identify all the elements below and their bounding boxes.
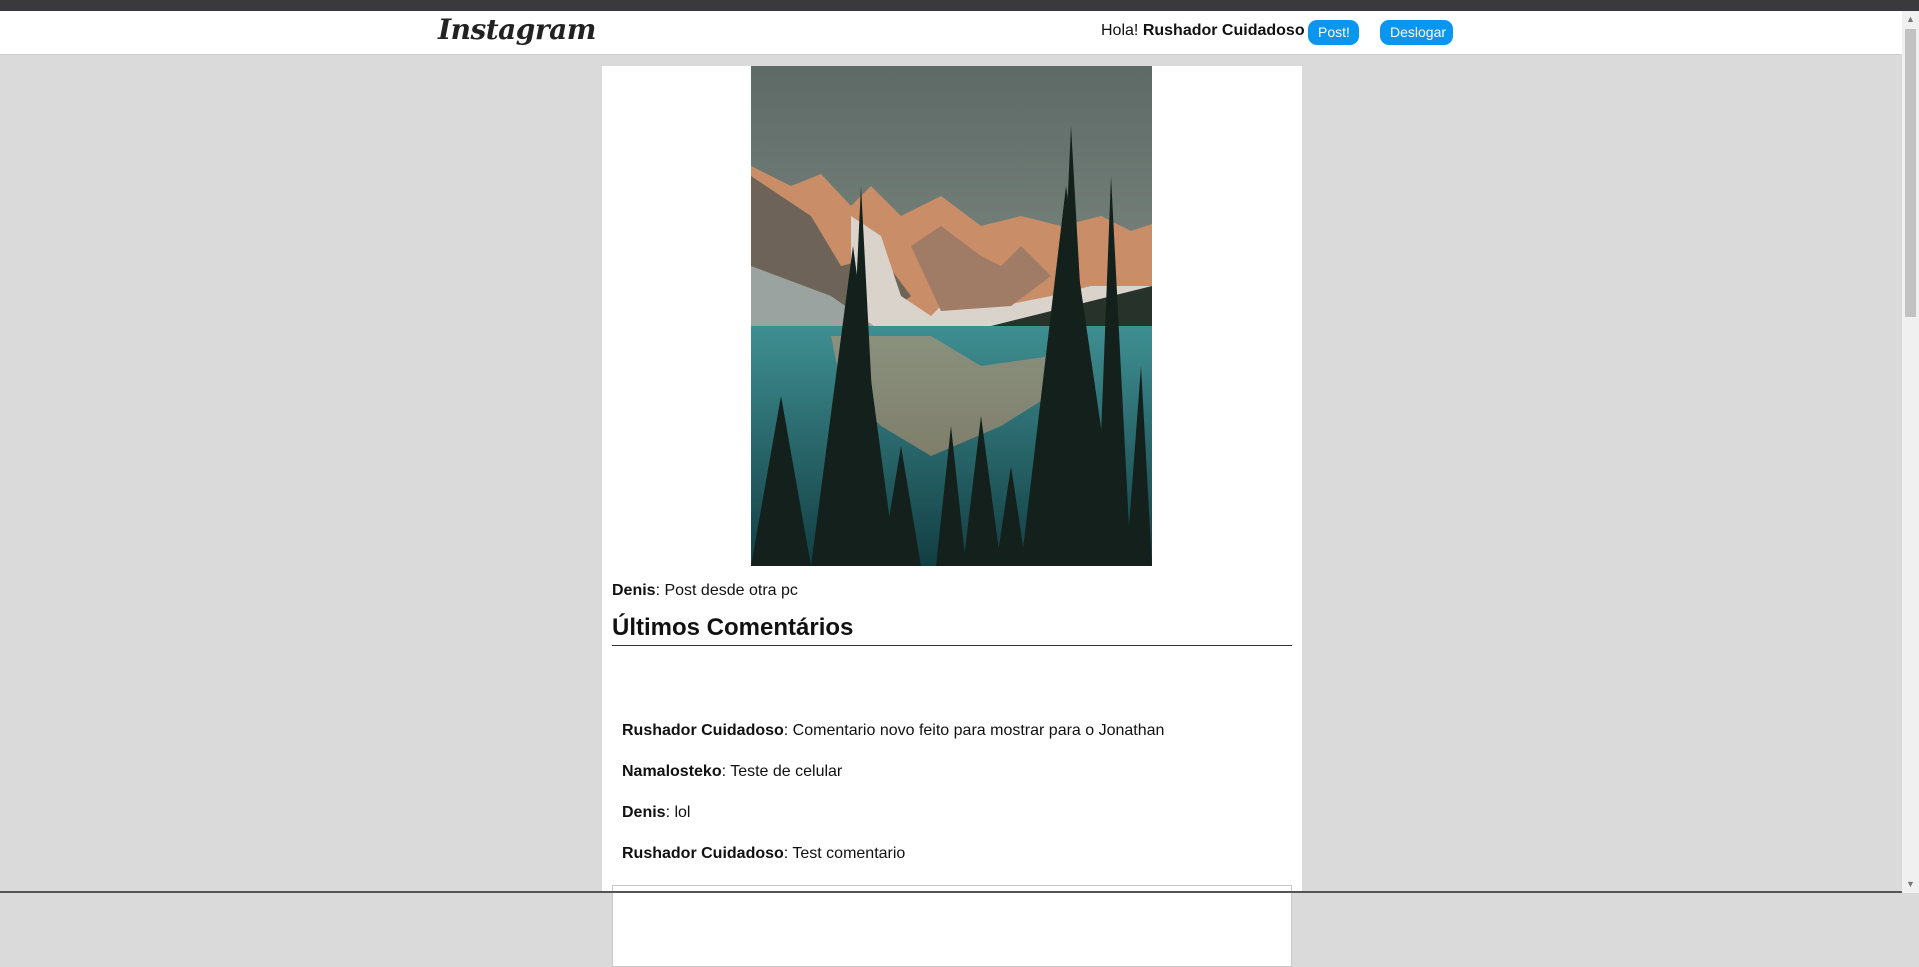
comment-author[interactable]: Rushador Cuidadoso (622, 845, 784, 862)
post-button[interactable]: Post! (1308, 20, 1359, 45)
comment-item: Rushador Cuidadoso: Test comentario (622, 845, 905, 863)
logout-button[interactable]: Deslogar (1380, 20, 1453, 45)
comments-heading: Últimos Comentários (612, 614, 1292, 646)
post-author[interactable]: Denis (612, 582, 656, 599)
post-caption-text: : Post desde otra pc (655, 582, 798, 599)
post-caption: Denis: Post desde otra pc (612, 582, 798, 600)
mountain-lake-illustration (751, 66, 1152, 566)
site-header: Instagram Hola! Rushador Cuidadoso Post!… (0, 11, 1902, 55)
scroll-up-arrow-icon[interactable]: ▲ (1902, 11, 1919, 28)
window-top-bar (0, 0, 1919, 11)
comment-item: Namalosteko: Teste de celular (622, 763, 842, 781)
comment-author[interactable]: Namalosteko (622, 763, 722, 780)
greeting-prefix: Hola! (1101, 22, 1139, 39)
comment-item: Denis: lol (622, 804, 690, 822)
scroll-down-arrow-icon[interactable]: ▼ (1902, 876, 1919, 893)
scrollbar-thumb[interactable] (1905, 29, 1916, 317)
comment-item: Rushador Cuidadoso: Comentario novo feit… (622, 722, 1164, 740)
comment-input[interactable] (612, 885, 1292, 967)
post-image (751, 66, 1152, 566)
comment-text: : Teste de celular (721, 763, 843, 780)
comment-text: : Test comentario (783, 845, 906, 862)
instagram-logo[interactable]: Instagram (438, 13, 596, 46)
post-card: Denis: Post desde otra pc Últimos Coment… (602, 66, 1302, 967)
comment-author[interactable]: Denis (622, 804, 666, 821)
page-scrollbar[interactable]: ▲ ▼ (1902, 11, 1919, 893)
comment-author[interactable]: Rushador Cuidadoso (622, 722, 784, 739)
comment-text: : lol (665, 804, 691, 821)
user-greeting: Hola! Rushador Cuidadoso (1101, 22, 1305, 40)
comment-text: : Comentario novo feito para mostrar par… (783, 722, 1165, 739)
username: Rushador Cuidadoso (1142, 22, 1305, 39)
